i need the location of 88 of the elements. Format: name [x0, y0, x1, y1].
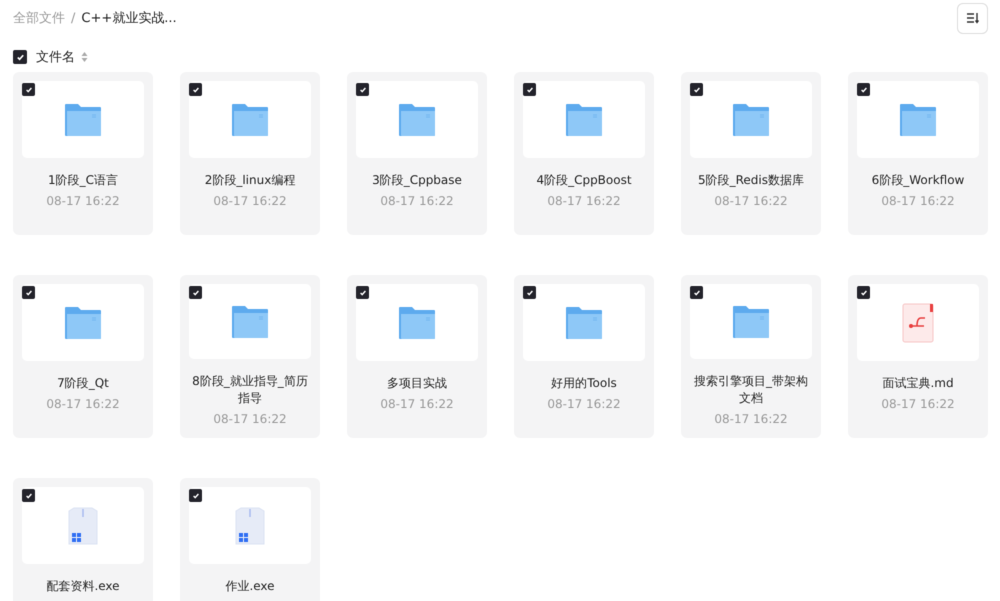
file-date: 08-17 16:22 — [380, 194, 454, 208]
checkbox[interactable] — [13, 50, 27, 64]
sort-button[interactable] — [957, 2, 988, 34]
file-name: 1阶段_C语言 — [48, 172, 118, 189]
checkmark-icon — [358, 86, 366, 94]
checkbox[interactable] — [356, 83, 369, 96]
sort-icon — [966, 12, 980, 24]
checkbox[interactable] — [690, 286, 703, 299]
folder-icon — [398, 102, 436, 136]
checkbox[interactable] — [523, 83, 536, 96]
folder-icon — [732, 102, 770, 136]
checkmark-icon — [358, 288, 366, 296]
file-name: 4阶段_CppBoost — [536, 172, 632, 189]
folder-icon — [64, 306, 102, 340]
markdown-file-icon — [902, 302, 934, 342]
file-date: 08-17 16:22 — [881, 397, 955, 411]
file-card[interactable]: 1阶段_C语言 08-17 16:22 — [13, 72, 153, 235]
checkmark-icon — [526, 86, 534, 94]
file-date: 08-17 16:22 — [714, 412, 788, 426]
folder-icon — [565, 306, 603, 340]
folder-icon — [64, 102, 102, 136]
file-date: 08-17 16:22 — [46, 194, 120, 208]
file-card[interactable]: 5阶段_Redis数据库 08-17 16:22 — [681, 72, 821, 235]
file-name: 6阶段_Workflow — [872, 172, 964, 189]
file-card[interactable]: 多项目实战 08-17 16:22 — [347, 275, 487, 438]
file-name: 配套资料.exe — [46, 578, 120, 595]
checkmark-icon — [24, 86, 32, 94]
checkbox[interactable] — [356, 286, 369, 299]
checkmark-icon — [192, 86, 200, 94]
file-card[interactable]: 好用的Tools 08-17 16:22 — [514, 275, 654, 438]
folder-icon — [899, 102, 937, 136]
checkmark-icon — [692, 86, 700, 94]
checkmark-icon — [192, 288, 200, 296]
file-card[interactable]: 6阶段_Workflow 08-17 16:22 — [848, 72, 988, 235]
folder-icon — [231, 304, 269, 338]
file-card[interactable]: 作业.exe — [180, 478, 320, 601]
checkmark-icon — [24, 492, 32, 500]
breadcrumb-link[interactable]: C++就业实战... — [81, 9, 177, 27]
checkmark-icon — [16, 52, 24, 62]
folder-icon — [732, 304, 770, 338]
checkbox[interactable] — [189, 286, 202, 299]
breadcrumb-separator: / — [71, 10, 76, 26]
file-name: 搜索引擎项目_带架构文档 — [693, 373, 809, 407]
file-card[interactable]: 4阶段_CppBoost 08-17 16:22 — [514, 72, 654, 235]
checkbox[interactable] — [189, 489, 202, 502]
checkmark-icon — [860, 288, 868, 296]
file-card[interactable]: 8阶段_就业指导_简历指导 08-17 16:22 — [180, 275, 320, 438]
checkbox[interactable] — [523, 286, 536, 299]
folder-icon — [565, 102, 603, 136]
file-card[interactable]: 配套资料.exe — [13, 478, 153, 601]
file-name: 7阶段_Qt — [57, 375, 109, 392]
file-date: 08-17 16:22 — [380, 397, 454, 411]
file-name: 8阶段_就业指导_简历指导 — [191, 373, 309, 407]
file-name: 多项目实战 — [387, 375, 447, 392]
checkbox[interactable] — [22, 83, 35, 96]
file-name: 5阶段_Redis数据库 — [698, 172, 804, 189]
file-card[interactable]: 面试宝典.md 08-17 16:22 — [848, 275, 988, 438]
file-name: 好用的Tools — [551, 375, 617, 392]
checkmark-icon — [24, 288, 32, 296]
checkmark-icon — [192, 492, 200, 500]
file-date: 08-17 16:22 — [714, 194, 788, 208]
file-name: 2阶段_linux编程 — [204, 172, 296, 189]
checkmark-icon — [692, 288, 700, 296]
file-name: 3阶段_Cppbase — [372, 172, 462, 189]
file-date: 08-17 16:22 — [213, 194, 287, 208]
checkbox[interactable] — [857, 83, 870, 96]
folder-icon — [231, 102, 269, 136]
sort-arrows-icon — [81, 51, 88, 63]
file-date: 08-17 16:22 — [881, 194, 955, 208]
column-header[interactable]: 文件名 — [36, 48, 75, 66]
file-date: 08-17 16:22 — [547, 397, 621, 411]
file-card[interactable]: 7阶段_Qt 08-17 16:22 — [13, 275, 153, 438]
file-date: 08-17 16:22 — [46, 397, 120, 411]
file-date: 08-17 16:22 — [547, 194, 621, 208]
file-card[interactable]: 2阶段_linux编程 08-17 16:22 — [180, 72, 320, 235]
checkbox[interactable] — [22, 286, 35, 299]
checkbox[interactable] — [690, 83, 703, 96]
checkmark-icon — [526, 288, 534, 296]
file-name: 面试宝典.md — [882, 375, 954, 392]
checkmark-icon — [860, 86, 868, 94]
checkbox[interactable] — [22, 489, 35, 502]
file-card[interactable]: 搜索引擎项目_带架构文档 08-17 16:22 — [681, 275, 821, 438]
file-name: 作业.exe — [225, 578, 275, 595]
file-card[interactable]: 3阶段_Cppbase 08-17 16:22 — [347, 72, 487, 235]
checkbox[interactable] — [857, 286, 870, 299]
checkbox[interactable] — [189, 83, 202, 96]
file-date: 08-17 16:22 — [213, 412, 287, 426]
folder-icon — [398, 306, 436, 340]
